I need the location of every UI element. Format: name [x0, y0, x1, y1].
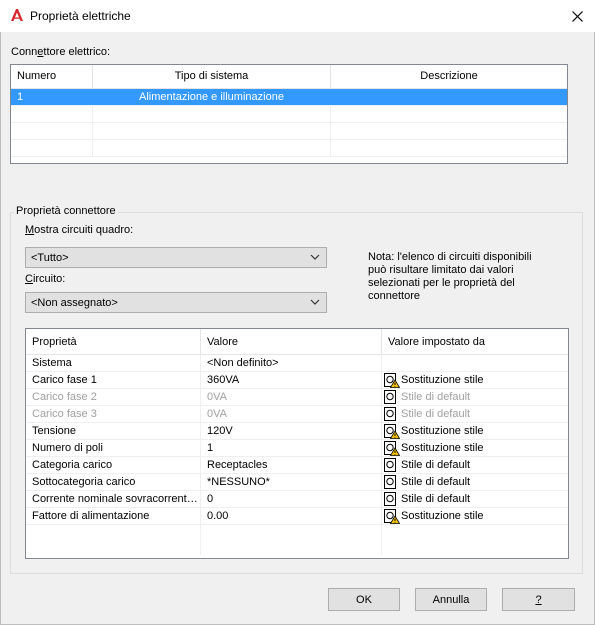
property-source: Sostituzione stile — [382, 508, 564, 524]
table-row-empty — [11, 140, 567, 157]
property-value[interactable]: 0VA — [201, 406, 382, 422]
table-row[interactable]: Carico fase 2 0VA Stile di default — [26, 389, 568, 406]
table-row[interactable]: Tensione 120V Sostituzione stile — [26, 423, 568, 440]
column-header-impostato-da[interactable]: Valore impostato da — [382, 329, 564, 355]
close-icon — [571, 10, 583, 22]
cell-numero: 1 — [11, 89, 93, 105]
column-header-proprieta[interactable]: Proprietà — [26, 329, 201, 355]
connector-table-header: Numero Tipo di sistema Descrizione — [11, 65, 567, 89]
property-source: Stile di default — [382, 474, 564, 490]
chevron-down-icon — [310, 299, 320, 305]
table-row[interactable]: Categoria carico Receptacles Stile di defa… — [26, 457, 568, 474]
override-warning-icon — [384, 440, 400, 456]
ok-button[interactable]: OK — [328, 588, 400, 611]
column-header-tipo[interactable]: Tipo di sistema — [93, 65, 331, 89]
circuit-dropdown[interactable]: <Non assegnato> — [25, 292, 327, 313]
property-table-header: Proprietà Valore Valore impostato da — [26, 329, 568, 355]
property-name: Sottocategoria carico — [26, 474, 201, 490]
property-value[interactable]: <Non definito> — [201, 355, 382, 371]
column-header-descrizione[interactable]: Descrizione — [331, 65, 567, 89]
table-row[interactable]: Carico fase 3 0VA Stile di default — [26, 406, 568, 423]
property-name: Fattore di alimentazione — [26, 508, 201, 524]
default-style-icon — [384, 474, 396, 489]
property-name: Carico fase 3 — [26, 406, 201, 422]
default-style-icon — [384, 406, 396, 421]
property-source-label: Stile di default — [401, 459, 471, 471]
show-circuits-value: <Tutto> — [31, 251, 69, 264]
property-table[interactable]: Proprietà Valore Valore impostato da Sis… — [25, 328, 569, 559]
property-source-label: Stile di default — [401, 476, 471, 488]
property-source-label: Sostituzione stile — [401, 510, 484, 522]
table-row-empty — [26, 525, 568, 555]
connector-table[interactable]: Numero Tipo di sistema Descrizione 1 Ali… — [10, 64, 568, 164]
table-row[interactable]: Sottocategoria carico *NESSUNO* Stile di d… — [26, 474, 568, 491]
title-bar: Proprietà elettriche — [0, 0, 595, 32]
table-row-empty — [11, 123, 567, 140]
default-style-icon — [384, 389, 396, 404]
circuit-value: <Non assegnato> — [31, 296, 118, 309]
help-button[interactable]: ? — [502, 588, 575, 611]
default-style-icon — [384, 491, 396, 506]
table-row[interactable]: Sistema <Non definito> — [26, 355, 568, 372]
table-row[interactable]: Fattore di alimentazione 0.00 Sostituzione… — [26, 508, 568, 525]
property-source: Sostituzione stile — [382, 372, 564, 388]
override-warning-icon — [384, 423, 400, 439]
property-source: Stile di default — [382, 406, 564, 422]
table-row-empty — [11, 106, 567, 123]
default-style-icon — [384, 457, 396, 472]
property-value[interactable]: Receptacles — [201, 457, 382, 473]
property-source: Stile di default — [382, 389, 564, 405]
property-name: Corrente nominale sovracorrente... — [26, 491, 201, 507]
property-source-label: Sostituzione stile — [401, 442, 484, 454]
table-row[interactable]: Corrente nominale sovracorrente... 0 Stile… — [26, 491, 568, 508]
property-source: Sostituzione stile — [382, 423, 564, 439]
cell-tipo: Alimentazione e illuminazione — [93, 89, 331, 105]
property-source-label: Stile di default — [401, 493, 471, 505]
group-title: Proprietà connettore — [14, 205, 118, 217]
override-warning-icon — [384, 372, 400, 388]
chevron-down-icon — [310, 254, 320, 260]
property-rows: Sistema <Non definito> Carico fase 1 360VA S… — [26, 355, 568, 525]
property-value[interactable]: 1 — [201, 440, 382, 456]
property-value[interactable]: *NESSUNO* — [201, 474, 382, 490]
column-header-valore[interactable]: Valore — [201, 329, 382, 355]
autocad-a-icon — [11, 9, 23, 21]
property-value[interactable]: 360VA — [201, 372, 382, 388]
close-button[interactable] — [560, 2, 594, 30]
show-circuits-label: Mostra circuiti quadro: — [25, 224, 134, 236]
column-header-numero[interactable]: Numero — [11, 65, 93, 89]
cancel-button[interactable]: Annulla — [415, 588, 487, 611]
property-value[interactable]: 120V — [201, 423, 382, 439]
cell-descrizione — [331, 89, 567, 105]
property-source: Stile di default — [382, 491, 564, 507]
connector-label: Connettore elettrico: — [11, 46, 111, 58]
property-name: Categoria carico — [26, 457, 201, 473]
circuits-note: Nota: l'elenco di circuiti disponibili p… — [368, 251, 532, 302]
override-warning-icon — [384, 508, 400, 524]
property-value[interactable]: 0.00 — [201, 508, 382, 524]
table-row[interactable]: 1 Alimentazione e illuminazione — [11, 89, 567, 106]
property-name: Numero di poli — [26, 440, 201, 456]
property-source: Stile di default — [382, 457, 564, 473]
property-name: Carico fase 2 — [26, 389, 201, 405]
property-name: Sistema — [26, 355, 201, 371]
table-row[interactable]: Carico fase 1 360VA Sostituzione stile — [26, 372, 568, 389]
window-title: Proprietà elettriche — [30, 9, 131, 23]
table-row[interactable]: Numero di poli 1 Sostituzione stile — [26, 440, 568, 457]
property-name: Tensione — [26, 423, 201, 439]
circuit-label: Circuito: — [25, 273, 66, 285]
property-value[interactable]: 0VA — [201, 389, 382, 405]
property-source-label: Stile di default — [401, 408, 471, 420]
property-value[interactable]: 0 — [201, 491, 382, 507]
property-source-label: Sostituzione stile — [401, 374, 484, 386]
property-source-label: Sostituzione stile — [401, 425, 484, 437]
property-name: Carico fase 1 — [26, 372, 201, 388]
property-source: Sostituzione stile — [382, 440, 564, 456]
show-circuits-dropdown[interactable]: <Tutto> — [25, 247, 327, 268]
property-source-label: Stile di default — [401, 391, 471, 403]
property-source — [382, 355, 564, 371]
